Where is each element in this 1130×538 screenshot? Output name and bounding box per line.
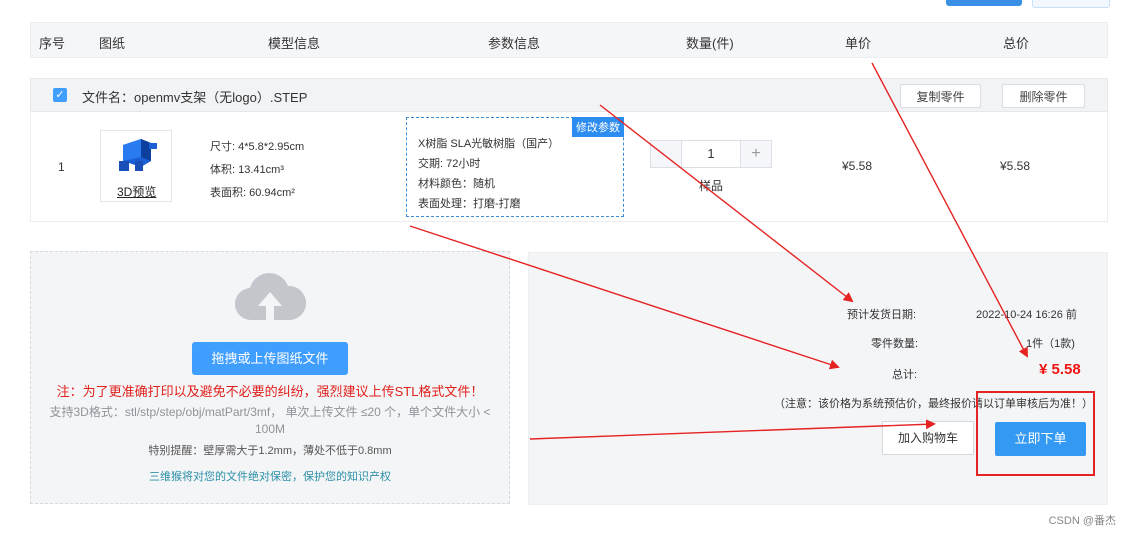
- watermark: CSDN @番杰: [1048, 515, 1116, 527]
- param-lead-time: 交期: 72小时: [418, 158, 481, 170]
- upload-button[interactable]: 拖拽或上传图纸文件: [192, 342, 348, 375]
- delete-part-button[interactable]: 删除零件: [1002, 84, 1085, 108]
- param-surface: 表面处理：打磨-打磨: [418, 198, 521, 210]
- table-row: 1 3D预览 尺寸: 4*5.8*2.95cm 体积: 13.41cm³ 表面积…: [30, 112, 1108, 222]
- header-params: 参数信息: [488, 36, 541, 51]
- quantity-note: 样品: [699, 179, 724, 193]
- table-header: 序号 图纸 模型信息 参数信息 数量(件) 单价 总价: [30, 22, 1108, 58]
- cloud-upload-icon: [235, 273, 306, 321]
- copy-part-button[interactable]: 复制零件: [900, 84, 981, 108]
- model-surface-area: 表面积: 60.94cm²: [210, 187, 295, 199]
- header-drawing: 图纸: [99, 36, 126, 51]
- preview-3d-link[interactable]: 3D预览: [117, 183, 156, 200]
- top-primary-button[interactable]: [946, 0, 1022, 6]
- model-preview-image: [119, 139, 157, 171]
- quantity-stepper: 1 +: [650, 140, 772, 168]
- model-volume: 体积: 13.41cm³: [210, 164, 284, 176]
- file-bar: ✓ 文件名：openmv支架（无logo）.STEP 复制零件 删除零件: [30, 78, 1108, 112]
- header-index: 序号: [39, 36, 66, 51]
- quantity-decrease-button[interactable]: [651, 141, 682, 167]
- unit-price: ¥5.58: [842, 159, 873, 173]
- ship-date-value: 2022-10-24 16:26 前: [976, 309, 1077, 321]
- total-amount: ¥ 5.58: [1039, 361, 1081, 378]
- param-color: 材料颜色：随机: [418, 178, 495, 190]
- top-secondary-button[interactable]: [1032, 0, 1110, 8]
- file-name: 文件名：openmv支架（无logo）.STEP: [82, 90, 308, 105]
- total-price: ¥5.58: [1000, 159, 1031, 173]
- params-box: 修改参数 X树脂 SLA光敏树脂（国产） 交期: 72小时 材料颜色：随机 表面…: [406, 117, 624, 217]
- quantity-increase-button[interactable]: +: [740, 141, 771, 167]
- upload-area[interactable]: 拖拽或上传图纸文件 注：为了更准确打印以及避免不必要的纠纷，强烈建议上传STL格…: [30, 251, 510, 504]
- add-to-cart-button[interactable]: 加入购物车: [882, 421, 974, 455]
- header-model-info: 模型信息: [268, 36, 321, 51]
- header-unit-price: 单价: [845, 36, 872, 51]
- model-size: 尺寸: 4*5.8*2.95cm: [210, 141, 305, 153]
- file-checkbox[interactable]: ✓: [53, 88, 67, 102]
- upload-tip: 特别提醒：壁厚需大于1.2mm，薄处不低于0.8mm: [148, 445, 392, 457]
- parts-count-label: 零件数量:: [871, 338, 919, 350]
- upload-warning: 注：为了更准确打印以及避免不必要的纠纷，强烈建议上传STL格式文件！: [56, 384, 484, 399]
- header-total-price: 总价: [1003, 36, 1030, 51]
- privacy-note: 三维猴将对您的文件绝对保密，保护您的知识产权: [149, 471, 391, 483]
- annotation-highlight-box: [976, 391, 1095, 476]
- row-index: 1: [58, 160, 65, 174]
- ship-date-label: 预计发货日期:: [847, 309, 917, 321]
- parts-count-value: 1件（1款): [1026, 338, 1075, 350]
- header-quantity: 数量(件): [686, 36, 734, 51]
- upload-formats: 支持3D格式：stl/stp/step/obj/matPart/3mf， 单次上…: [49, 405, 491, 436]
- model-thumbnail[interactable]: 3D预览: [100, 130, 172, 202]
- total-label: 总计:: [892, 369, 918, 381]
- modify-params-tag[interactable]: 修改参数: [572, 117, 624, 137]
- param-material: X树脂 SLA光敏树脂（国产）: [418, 138, 560, 150]
- quantity-input[interactable]: 1: [681, 141, 741, 167]
